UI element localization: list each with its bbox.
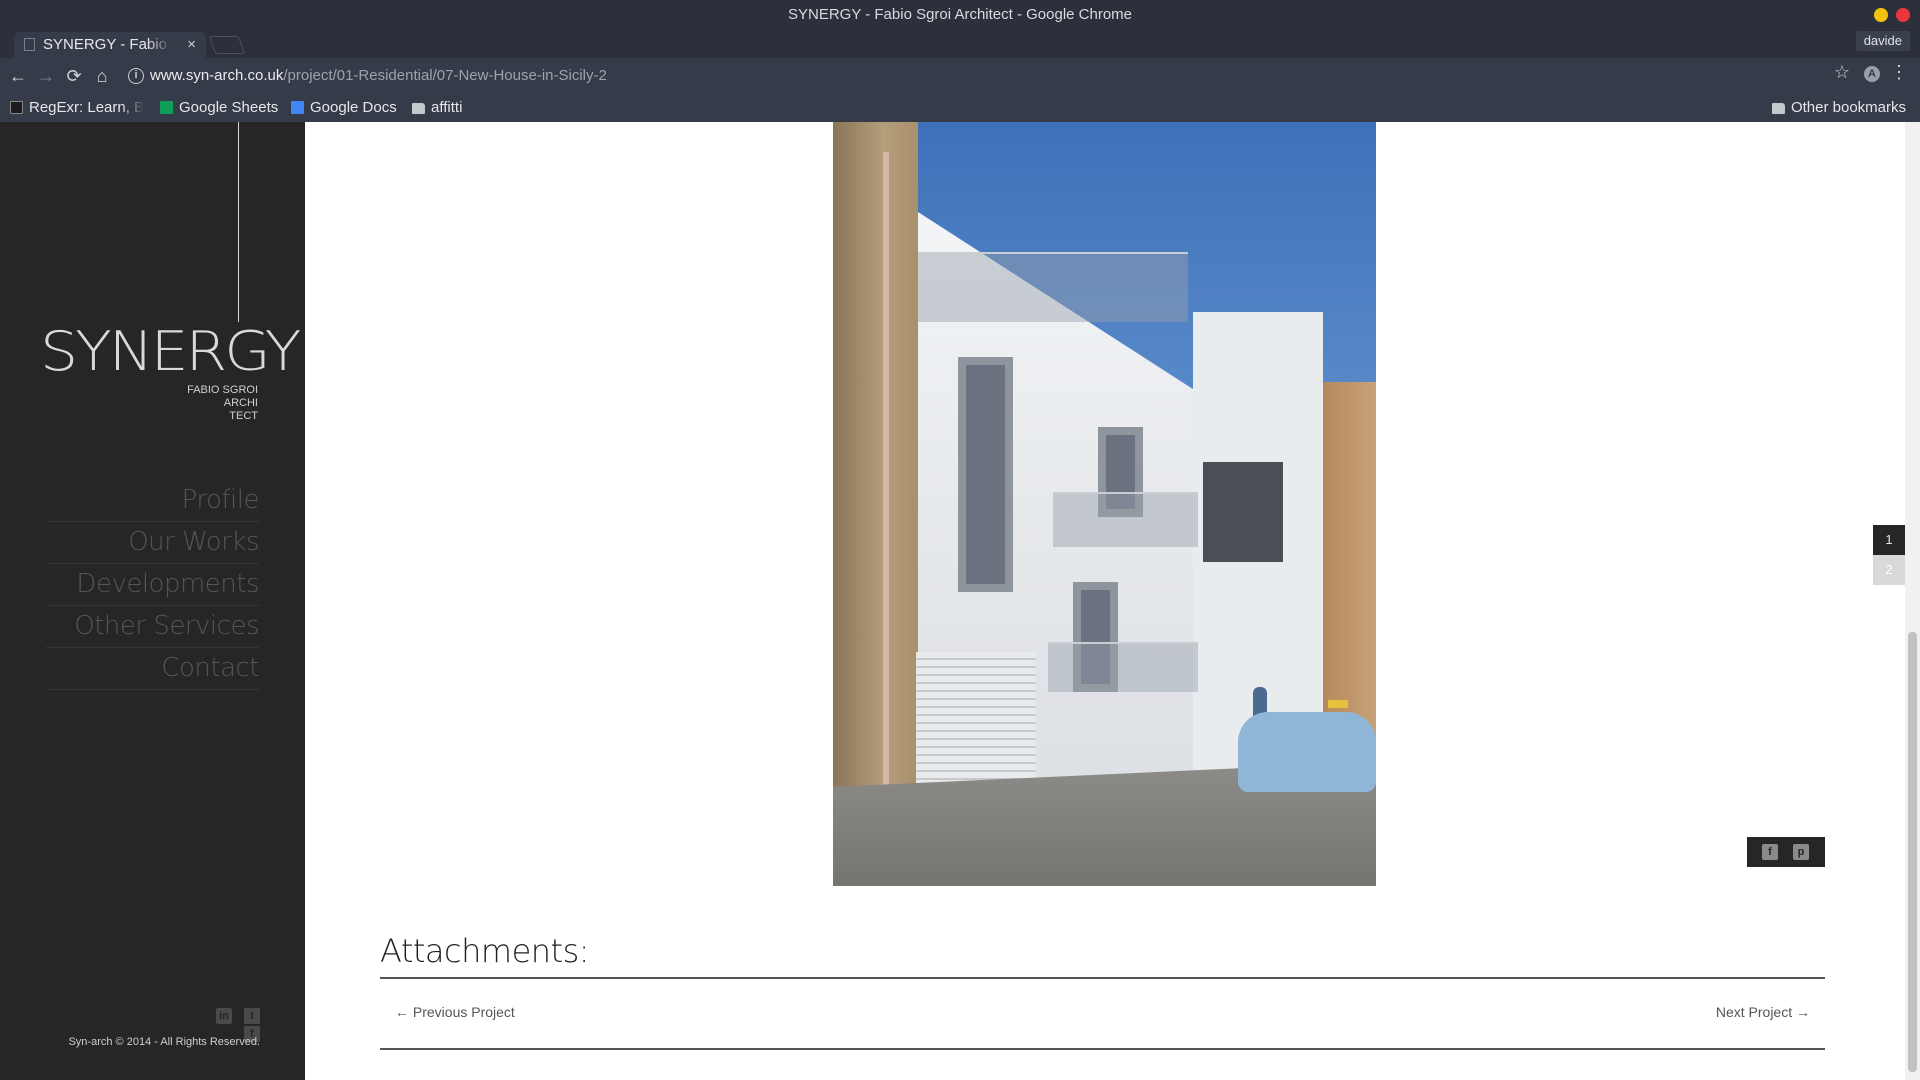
page-viewport: SYNERGY FABIO SGROI ARCHI TECT Profile O… [0, 122, 1920, 1080]
previous-project-link[interactable]: ← Previous Project [395, 1004, 515, 1020]
browser-toolbar: ← → ⟳ ⌂ i www.syn-arch.co.uk/project/01-… [0, 58, 1920, 94]
main-content: f p 1 2 Attachments: ← Previous Project … [305, 122, 1905, 1080]
site-logo[interactable]: SYNERGY [40, 325, 301, 379]
bookmark-folder-affitti[interactable]: affitti [412, 94, 462, 122]
photo-taxi-sign [1328, 700, 1348, 708]
regexr-icon [10, 101, 23, 114]
pinterest-share-icon[interactable]: p [1793, 844, 1809, 860]
photo-roof-glass [918, 252, 1188, 322]
photo-dark-balcony [1203, 462, 1283, 562]
photo-left-building [833, 122, 918, 862]
bookmark-regexr[interactable]: RegExr: Learn, Build, & Test RegEx [10, 94, 144, 122]
attachments-heading: Attachments: [380, 932, 590, 970]
profile-button[interactable]: davide [1855, 31, 1910, 51]
linkedin-icon[interactable]: in [216, 1008, 232, 1024]
close-window-button[interactable] [1896, 8, 1910, 22]
photo-garage-door [916, 652, 1036, 792]
photo-lower-glass [1048, 642, 1198, 692]
nav-item-other-services[interactable]: Other Services [46, 606, 260, 648]
photo-car [1238, 712, 1376, 792]
tab-close-icon[interactable]: × [187, 32, 196, 58]
folder-icon [412, 103, 425, 114]
facebook-share-icon[interactable]: f [1762, 844, 1778, 860]
pager-page-2[interactable]: 2 [1873, 555, 1905, 585]
docs-icon [291, 101, 304, 114]
pager-page-1[interactable]: 1 [1873, 525, 1905, 555]
logo-subtitle: FABIO SGROI ARCHI TECT [187, 384, 258, 422]
bookmarks-bar: RegExr: Learn, Build, & Test RegEx Googl… [0, 94, 1920, 122]
bookmark-google-docs[interactable]: Google Docs [291, 94, 397, 122]
new-tab-button[interactable] [208, 36, 246, 54]
browser-tab-active[interactable]: SYNERGY - Fabio Sgroi Architect × [14, 32, 206, 58]
next-project-link[interactable]: Next Project → [1716, 1004, 1810, 1020]
photo-drainpipe [883, 152, 889, 822]
gallery-pager: 1 2 [1873, 525, 1905, 585]
share-buttons: f p [1747, 837, 1825, 867]
address-bar[interactable]: i www.syn-arch.co.uk/project/01-Resident… [120, 62, 1830, 90]
folder-icon [1771, 103, 1785, 114]
window-titlebar: SYNERGY - Fabio Sgroi Architect - Google… [0, 0, 1920, 30]
sheets-icon [160, 101, 173, 114]
divider [380, 1048, 1825, 1050]
nav-item-contact[interactable]: Contact [46, 648, 260, 690]
page-scrollbar[interactable] [1905, 122, 1920, 1080]
bookmark-google-sheets[interactable]: Google Sheets [160, 94, 278, 122]
logo-line [238, 122, 239, 322]
main-nav: Profile Our Works Developments Other Ser… [46, 480, 260, 690]
photo-balcony-glass [1053, 492, 1198, 547]
other-bookmarks[interactable]: Other bookmarks [1771, 94, 1906, 122]
bookmark-star-icon[interactable]: ☆ [1834, 62, 1850, 83]
photo-tall-window [958, 357, 1013, 592]
home-icon[interactable]: ⌂ [90, 64, 114, 88]
tab-title: SYNERGY - Fabio Sgroi Architect [43, 36, 173, 53]
forward-icon[interactable]: → [34, 64, 58, 88]
back-icon[interactable]: ← [6, 64, 30, 88]
copyright-text: Syn-arch © 2014 - All Rights Reserved. [68, 1036, 260, 1048]
scrollbar-thumb[interactable] [1908, 632, 1917, 1072]
url-path: /project/01-Residential/07-New-House-in-… [283, 67, 607, 84]
divider [380, 977, 1825, 979]
page-favicon-icon [24, 38, 35, 51]
minimize-button[interactable] [1874, 8, 1888, 22]
nav-item-developments[interactable]: Developments [46, 564, 260, 606]
window-title: SYNERGY - Fabio Sgroi Architect - Google… [787, 6, 1133, 23]
site-info-icon[interactable]: i [128, 68, 144, 84]
chrome-menu-icon[interactable]: ⋮ [1890, 62, 1908, 83]
extension-icon[interactable]: A [1864, 66, 1880, 82]
url-text[interactable]: www.syn-arch.co.uk/project/01-Residentia… [150, 62, 607, 90]
twitter-icon[interactable]: t [244, 1008, 260, 1024]
tab-strip: SYNERGY - Fabio Sgroi Architect × [0, 30, 1920, 58]
nav-item-our-works[interactable]: Our Works [46, 522, 260, 564]
reload-icon[interactable]: ⟳ [62, 64, 86, 88]
nav-item-profile[interactable]: Profile [46, 480, 260, 522]
site-sidebar: SYNERGY FABIO SGROI ARCHI TECT Profile O… [0, 122, 305, 1080]
project-photo[interactable] [833, 122, 1376, 886]
url-host: www.syn-arch.co.uk [150, 67, 284, 84]
